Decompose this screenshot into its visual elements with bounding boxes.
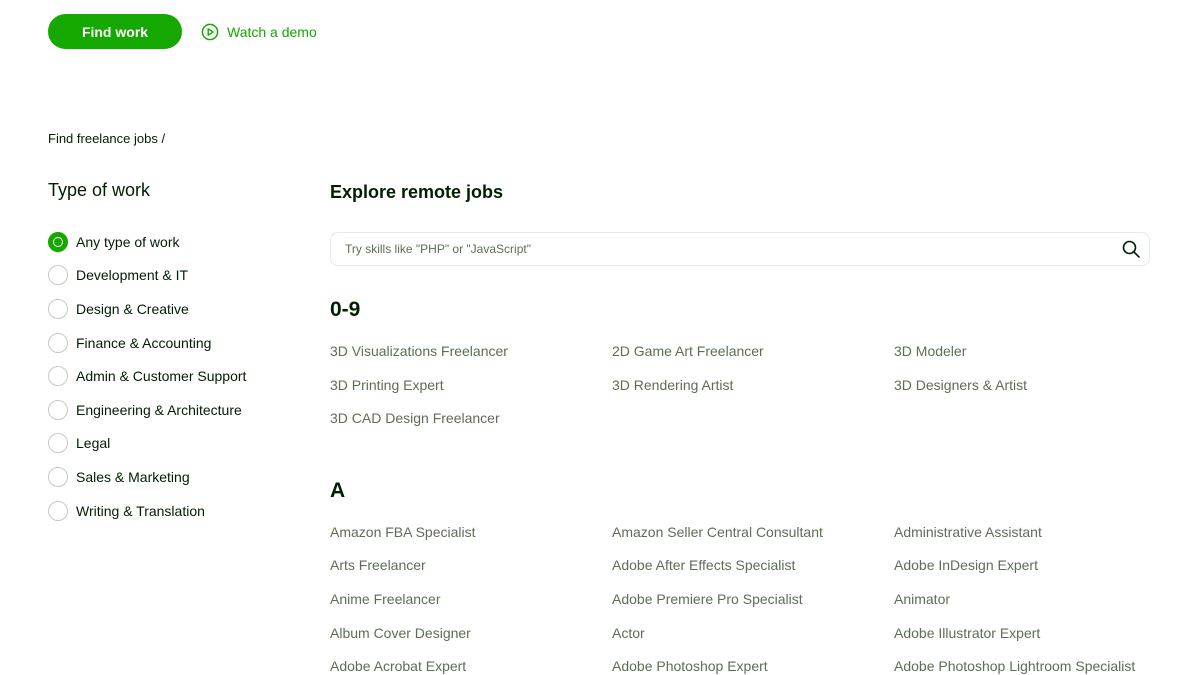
job-link[interactable]: 3D Printing Expert — [330, 376, 612, 396]
radio-unchecked-icon[interactable] — [48, 265, 68, 286]
job-link[interactable]: 3D Rendering Artist — [612, 376, 894, 396]
job-link[interactable]: Animator — [894, 590, 1150, 610]
watch-demo-link[interactable]: Watch a demo — [201, 23, 317, 41]
radio-unchecked-icon[interactable] — [48, 366, 68, 387]
page-title: Explore remote jobs — [330, 182, 504, 202]
job-grid: Amazon FBA Specialist Amazon Seller Centr… — [330, 523, 1150, 675]
breadcrumb[interactable]: Find freelance jobs / — [48, 131, 165, 146]
radio-label: Writing & Translation — [76, 502, 205, 519]
job-link[interactable]: Anime Freelancer — [330, 590, 612, 610]
radio-option[interactable]: Legal — [48, 427, 308, 461]
job-grid: 3D Visualizations Freelancer 2D Game Art … — [330, 342, 1150, 429]
job-link[interactable]: 3D Visualizations Freelancer — [330, 342, 612, 362]
radio-option[interactable]: Writing & Translation — [48, 494, 308, 528]
radio-label: Engineering & Architecture — [76, 401, 242, 418]
radio-option[interactable]: Sales & Marketing — [48, 460, 308, 494]
job-link[interactable]: Adobe Photoshop Lightroom Specialist — [894, 657, 1150, 675]
radio-unchecked-icon[interactable] — [48, 500, 68, 521]
radio-unchecked-icon[interactable] — [48, 332, 68, 353]
radio-option[interactable]: Design & Creative — [48, 292, 308, 326]
job-link[interactable]: Adobe Photoshop Expert — [612, 657, 894, 675]
radio-label: Legal — [76, 435, 111, 452]
radio-label: Design & Creative — [76, 300, 189, 317]
job-link[interactable]: Adobe After Effects Specialist — [612, 556, 894, 576]
job-link[interactable]: Actor — [612, 624, 894, 644]
search-input[interactable] — [345, 242, 1121, 256]
radio-option[interactable]: Any type of work — [48, 225, 308, 259]
radio-unchecked-icon[interactable] — [48, 433, 68, 454]
radio-label: Admin & Customer Support — [76, 368, 247, 385]
radio-unchecked-icon[interactable] — [48, 466, 68, 487]
job-link[interactable]: 3D Modeler — [894, 342, 1150, 362]
radio-label: Any type of work — [76, 233, 180, 250]
job-link[interactable]: Adobe Premiere Pro Specialist — [612, 590, 894, 610]
radio-group: Any type of work Development & IT Design &… — [48, 225, 308, 527]
search-bar — [330, 232, 1150, 266]
play-circle-icon — [201, 23, 219, 40]
job-link[interactable]: Arts Freelancer — [330, 556, 612, 576]
filter-title: Type of work — [48, 180, 151, 200]
section-heading: 0-9 — [330, 298, 361, 321]
radio-dot-icon — [53, 236, 63, 247]
job-link[interactable]: 2D Game Art Freelancer — [612, 342, 894, 362]
radio-option[interactable]: Development & IT — [48, 259, 308, 293]
job-link[interactable]: Amazon Seller Central Consultant — [612, 523, 894, 543]
section-heading: A — [330, 478, 346, 502]
job-link[interactable]: Adobe InDesign Expert — [894, 556, 1150, 576]
radio-label: Sales & Marketing — [76, 468, 190, 485]
radio-checked-icon[interactable] — [48, 231, 68, 252]
job-link[interactable]: Adobe Illustrator Expert — [894, 624, 1150, 644]
job-link[interactable]: Amazon FBA Specialist — [330, 523, 612, 543]
radio-option[interactable]: Admin & Customer Support — [48, 359, 308, 393]
main-content: Explore remote jobs 0-9 3D Visualizations… — [330, 182, 1150, 675]
type-of-work-filter: Type of work Any type of work Development… — [48, 180, 308, 527]
job-link[interactable]: Administrative Assistant — [894, 523, 1150, 543]
hero-actions: Find work Watch a demo — [48, 14, 317, 49]
job-link[interactable]: 3D Designers & Artist — [894, 376, 1150, 396]
radio-label: Finance & Accounting — [76, 334, 212, 351]
job-link[interactable]: Adobe Acrobat Expert — [330, 657, 612, 675]
radio-unchecked-icon[interactable] — [48, 298, 68, 319]
job-sections: 0-9 3D Visualizations Freelancer 2D Game A… — [330, 298, 1150, 675]
search-icon[interactable] — [1121, 239, 1141, 259]
job-link[interactable]: Album Cover Designer — [330, 624, 612, 644]
radio-unchecked-icon[interactable] — [48, 399, 68, 420]
radio-option[interactable]: Engineering & Architecture — [48, 393, 308, 427]
watch-demo-label: Watch a demo — [227, 23, 317, 40]
radio-option[interactable]: Finance & Accounting — [48, 326, 308, 360]
radio-label: Development & IT — [76, 267, 189, 284]
job-link[interactable]: 3D CAD Design Freelancer — [330, 409, 612, 429]
find-work-button[interactable]: Find work — [48, 14, 182, 49]
